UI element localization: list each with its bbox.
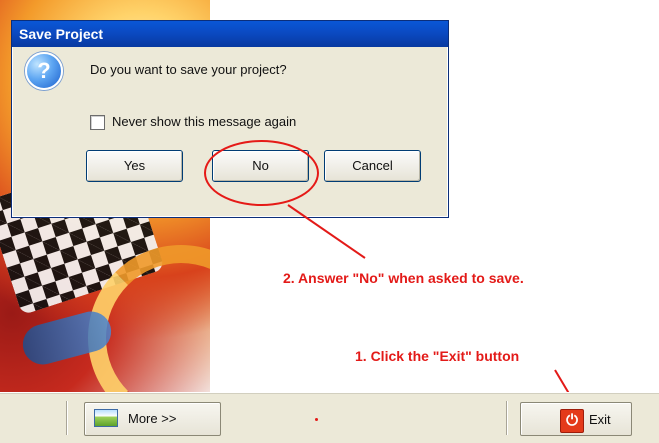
annotation-arrows: [287, 204, 575, 403]
image-icon: [94, 409, 118, 427]
annotation-step-1: 1. Click the "Exit" button: [355, 348, 520, 364]
arrow-to-no-button: [287, 204, 366, 259]
annotation-step-2: 2. Answer "No" when asked to save.: [283, 270, 524, 286]
power-icon: ⏻: [560, 409, 584, 433]
exit-button-label[interactable]: Exit: [589, 412, 611, 427]
red-dot: [315, 418, 318, 421]
more-button-label[interactable]: More >>: [128, 411, 176, 426]
toolbar-separator: [506, 401, 507, 435]
toolbar-separator: [66, 401, 67, 435]
